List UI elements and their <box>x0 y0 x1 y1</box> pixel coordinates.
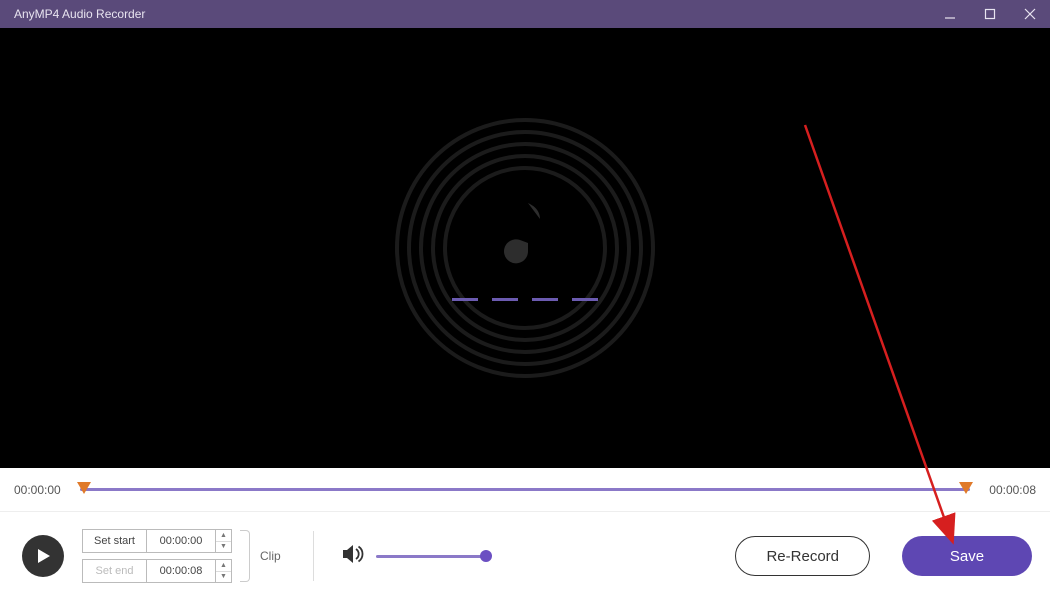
rerecord-button[interactable]: Re-Record <box>735 536 870 576</box>
timeline: 00:00:00 00:00:08 <box>0 468 1050 512</box>
clip-end-marker[interactable] <box>959 481 973 493</box>
stepper-up-icon[interactable]: ▲ <box>216 560 231 572</box>
preview-area <box>0 28 1050 468</box>
maximize-button[interactable] <box>970 0 1010 28</box>
volume-control <box>342 544 486 569</box>
stepper-up-icon[interactable]: ▲ <box>216 530 231 542</box>
clip-start-stepper[interactable]: ▲ ▼ <box>215 530 231 552</box>
timeline-end-time: 00:00:08 <box>980 483 1036 497</box>
close-button[interactable] <box>1010 0 1050 28</box>
set-start-button[interactable]: Set start <box>83 530 147 552</box>
timeline-start-time: 00:00:00 <box>14 483 70 497</box>
volume-slider[interactable] <box>376 555 486 558</box>
stepper-down-icon[interactable]: ▼ <box>216 542 231 553</box>
clip-start-marker[interactable] <box>77 481 91 493</box>
volume-thumb[interactable] <box>480 550 492 562</box>
waveform-placeholder <box>452 298 598 301</box>
set-end-button: Set end <box>83 560 147 582</box>
clip-start-value[interactable]: 00:00:00 <box>147 530 215 552</box>
music-note-icon <box>498 195 552 278</box>
timeline-track[interactable] <box>80 478 970 502</box>
controls-bar: Set start 00:00:00 ▲ ▼ Set end 00:00:08 … <box>0 512 1050 600</box>
clip-end-stepper[interactable]: ▲ ▼ <box>215 560 231 582</box>
app-title: AnyMP4 Audio Recorder <box>14 7 145 21</box>
clip-bracket <box>240 530 250 582</box>
minimize-button[interactable] <box>930 0 970 28</box>
stepper-down-icon[interactable]: ▼ <box>216 572 231 583</box>
divider <box>313 531 314 581</box>
clip-block: Set start 00:00:00 ▲ ▼ Set end 00:00:08 … <box>82 529 281 583</box>
clip-label: Clip <box>260 549 281 563</box>
titlebar: AnyMP4 Audio Recorder <box>0 0 1050 28</box>
play-button[interactable] <box>22 535 64 577</box>
volume-icon[interactable] <box>342 544 364 569</box>
set-start-row: Set start 00:00:00 ▲ ▼ <box>82 529 232 553</box>
vinyl-rings <box>395 118 655 378</box>
clip-end-value[interactable]: 00:00:08 <box>147 560 215 582</box>
set-end-row: Set end 00:00:08 ▲ ▼ <box>82 559 232 583</box>
save-button[interactable]: Save <box>902 536 1032 576</box>
